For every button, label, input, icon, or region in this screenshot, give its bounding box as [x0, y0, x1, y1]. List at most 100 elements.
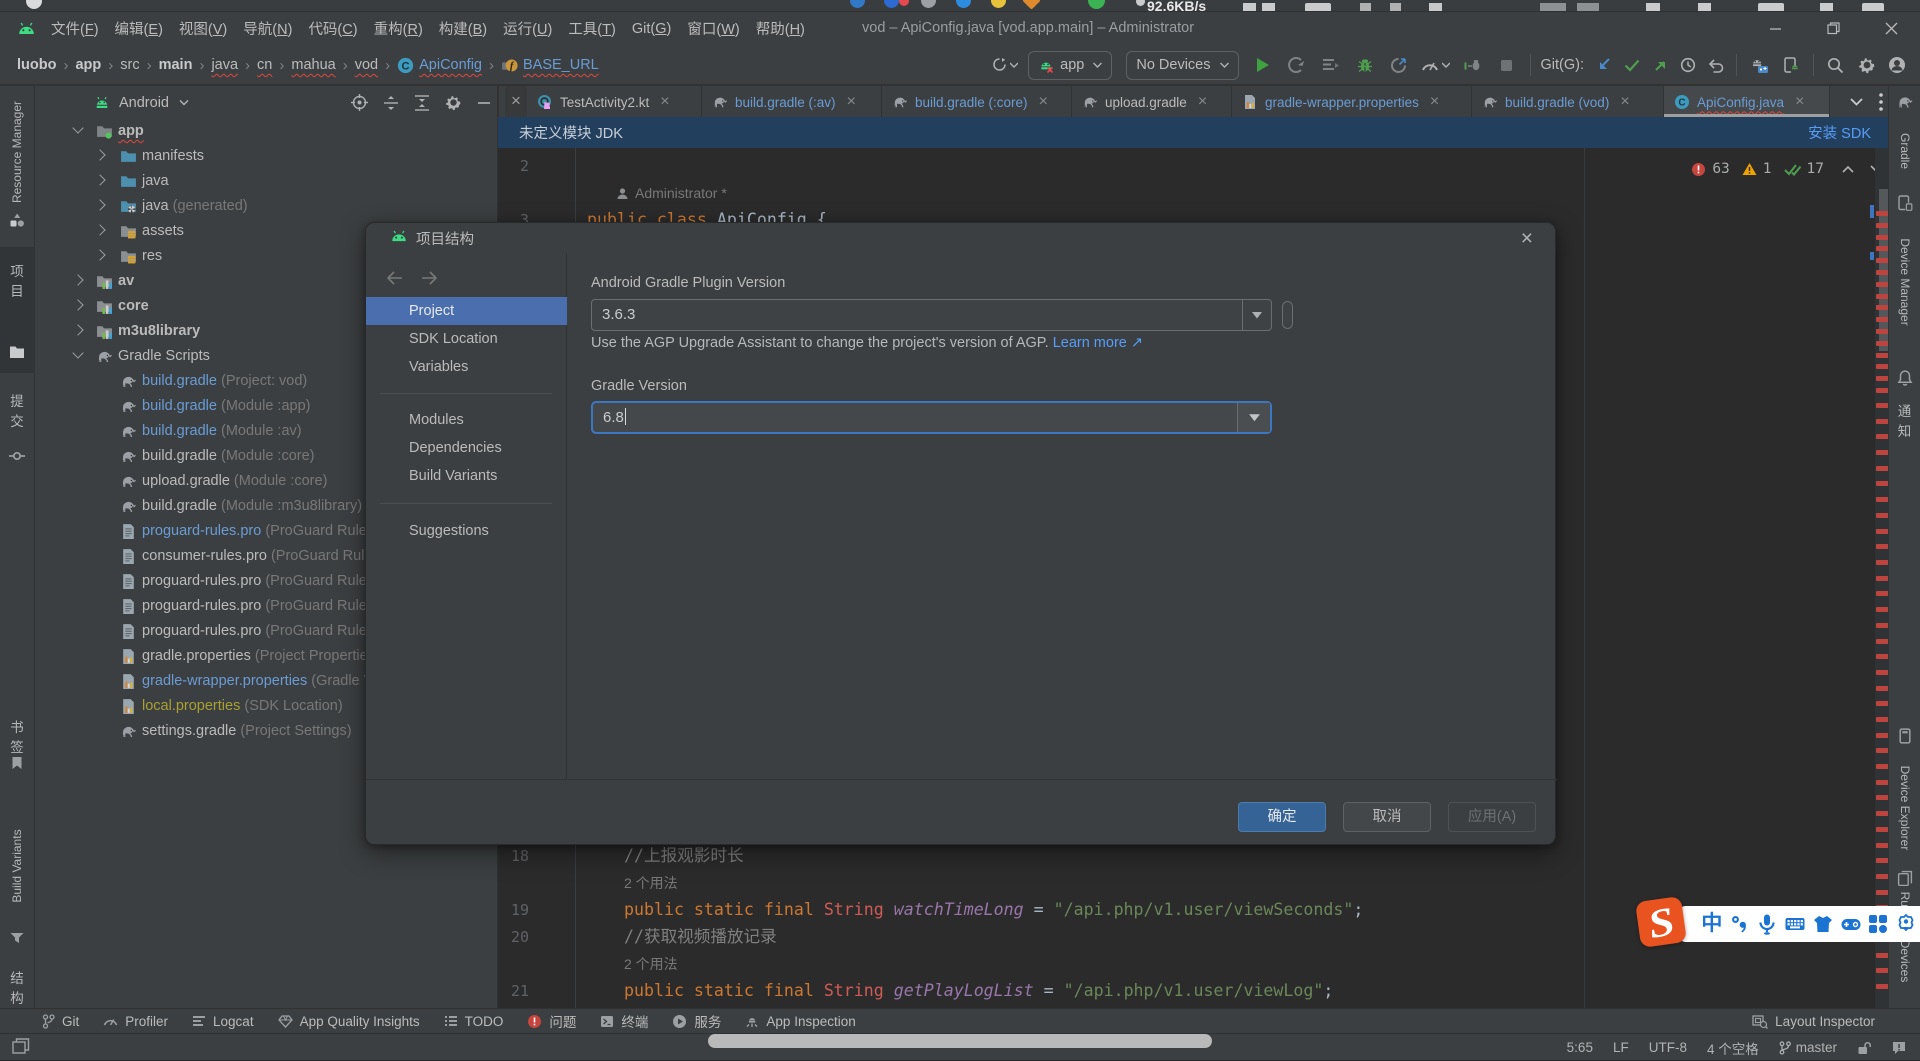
stripe-structure[interactable]: 结构 [0, 86, 34, 1008]
device-select[interactable]: No Devices [1126, 51, 1238, 80]
history-icon[interactable] [1674, 50, 1702, 80]
file-encoding[interactable]: UTF-8 [1649, 1040, 1687, 1055]
tab-close-icon[interactable]: × [844, 93, 859, 111]
menu-1[interactable]: 编辑(E) [107, 18, 171, 39]
tool-problems[interactable]: 问题 [515, 1009, 588, 1034]
tabs-chevron-down-icon[interactable] [1841, 86, 1871, 118]
tree-expand-chevron[interactable] [72, 122, 83, 133]
tool-todo[interactable]: TODO [432, 1009, 516, 1034]
editor-tab[interactable]: upload.gradle× [1072, 86, 1232, 118]
tool-window-switcher-icon[interactable] [12, 1038, 30, 1054]
breadcrumb-item[interactable]: vod [355, 57, 378, 73]
ok-button[interactable]: 确定 [1238, 802, 1326, 832]
tree-expand-chevron[interactable] [94, 199, 105, 210]
sidebar-item-suggestions[interactable]: Suggestions [366, 517, 567, 545]
attach-debugger-icon[interactable] [1456, 50, 1490, 80]
tool-app-quality-insights[interactable]: App Quality Insights [266, 1009, 432, 1034]
stripe-gradle[interactable]: Gradle [1889, 86, 1920, 1008]
profile-avatar-icon[interactable] [1882, 50, 1912, 80]
tool-layout-inspector[interactable]: Layout Inspector [1752, 1009, 1875, 1034]
tree-expand-chevron[interactable] [72, 324, 83, 335]
editor-tab[interactable]: gradle-wrapper.properties× [1232, 86, 1472, 118]
ime-voice-icon[interactable] [1756, 913, 1778, 935]
tab-close-icon[interactable]: × [1195, 93, 1210, 111]
indent-setting[interactable]: 4 个空格 [1707, 1038, 1759, 1058]
editor-tab[interactable]: TestActivity2.kt× [527, 86, 702, 118]
breadcrumb-item[interactable]: cn [257, 57, 272, 73]
sidebar-item-project[interactable]: Project [366, 297, 567, 325]
editor-tab[interactable]: build.gradle (:core)× [882, 86, 1072, 118]
stripe-commit[interactable]: 提交 [0, 86, 34, 1008]
breadcrumb-item[interactable]: BASE_URL [523, 57, 599, 73]
ime-skin-icon[interactable] [1812, 913, 1834, 935]
apply-changes-icon[interactable] [1382, 50, 1416, 80]
minimize-button[interactable] [1746, 12, 1804, 45]
stripe-project[interactable]: 项目 [0, 86, 34, 1008]
cancel-button[interactable]: 取消 [1343, 802, 1431, 832]
rollback-changes-icon[interactable] [1702, 50, 1730, 80]
rollback-icon[interactable] [987, 50, 1021, 80]
tree-expand-chevron[interactable] [72, 299, 83, 310]
stripe-device-manager[interactable]: Device Manager [1889, 86, 1920, 1008]
breadcrumb-item[interactable]: main [159, 57, 193, 73]
tab-close-icon[interactable]: × [1792, 93, 1807, 111]
menu-4[interactable]: 代码(C) [300, 18, 365, 39]
vcs-change-mark[interactable] [1870, 205, 1874, 218]
back-arrow-icon[interactable] [386, 271, 403, 285]
run-configuration-select[interactable]: app [1028, 51, 1112, 80]
editor-tab[interactable]: build.gradle (:av)× [702, 86, 882, 118]
tool-logcat[interactable]: Logcat [180, 1009, 266, 1034]
panel-settings-gear-icon[interactable] [445, 94, 462, 111]
breadcrumb-item[interactable]: app [75, 57, 101, 73]
tool-app-inspection[interactable]: App Inspection [733, 1009, 867, 1034]
git-branch-widget[interactable]: master [1779, 1040, 1837, 1055]
tool-services[interactable]: 服务 [660, 1009, 733, 1034]
debug-button[interactable] [1348, 50, 1382, 80]
tree-expand-chevron[interactable] [72, 274, 83, 285]
collapse-all-icon[interactable] [414, 95, 430, 111]
device-manager-icon[interactable] [1743, 50, 1775, 80]
menu-0[interactable]: 文件(F) [43, 18, 107, 39]
caret-position[interactable]: 5:65 [1567, 1040, 1593, 1055]
editor-tab[interactable]: build.gradle (vod)× [1472, 86, 1664, 118]
readonly-lock-icon[interactable] [1857, 1041, 1871, 1055]
editor-tab[interactable]: CApiConfig.java× [1664, 86, 1830, 118]
run-button[interactable] [1246, 50, 1280, 80]
usages-hint[interactable]: 2 个用法 [624, 875, 678, 891]
combo-arrow-icon[interactable] [1242, 300, 1271, 330]
menu-10[interactable]: 窗口(W) [679, 18, 747, 39]
breadcrumb-item[interactable]: ApiConfig [419, 57, 482, 73]
profile-button[interactable] [1280, 50, 1314, 80]
ime-toolbox-icon[interactable] [1867, 913, 1889, 935]
tree-row[interactable]: java [36, 169, 497, 194]
stripe-device-explorer[interactable]: Device Explorer [1889, 86, 1920, 1008]
menu-3[interactable]: 导航(N) [235, 18, 300, 39]
tree-row[interactable]: manifests [36, 144, 497, 169]
restore-button[interactable] [1804, 12, 1862, 45]
git-update-icon[interactable] [1590, 50, 1618, 80]
combo-arrow-icon[interactable] [1237, 403, 1270, 432]
tab-close-icon[interactable]: × [1427, 93, 1442, 111]
tab-close-icon[interactable]: × [505, 86, 527, 118]
ime-game-mode-icon[interactable] [1840, 913, 1862, 935]
breadcrumb-item[interactable]: src [120, 57, 139, 73]
sogou-logo[interactable]: S [1635, 896, 1687, 948]
forward-arrow-icon[interactable] [421, 271, 438, 285]
sidebar-item-dependencies[interactable]: Dependencies [366, 434, 567, 462]
sidebar-item-build-variants[interactable]: Build Variants [366, 462, 567, 490]
ime-chinese-mode-icon[interactable]: 中 [1701, 913, 1723, 935]
author-annotation[interactable]: Administrator * [616, 180, 727, 206]
menu-2[interactable]: 视图(V) [171, 18, 235, 39]
stripe-running-devices[interactable]: Running Devices [1889, 86, 1920, 1008]
tab-close-icon[interactable]: × [1036, 93, 1051, 111]
tree-expand-chevron[interactable] [94, 224, 105, 235]
inspections-widget[interactable]: 63 1 17 [1691, 158, 1882, 180]
learn-more-link[interactable]: Learn more ↗ [1053, 335, 1143, 351]
stripe-build-variants[interactable]: Build Variants [0, 86, 34, 1008]
git-commit-icon[interactable] [1618, 50, 1646, 80]
close-button[interactable] [1862, 12, 1920, 45]
line-ending[interactable]: LF [1613, 1040, 1629, 1055]
tree-row[interactable]: java (generated) [36, 194, 497, 219]
tool-git[interactable]: Git [30, 1009, 91, 1034]
hide-panel-icon[interactable] [477, 96, 491, 110]
